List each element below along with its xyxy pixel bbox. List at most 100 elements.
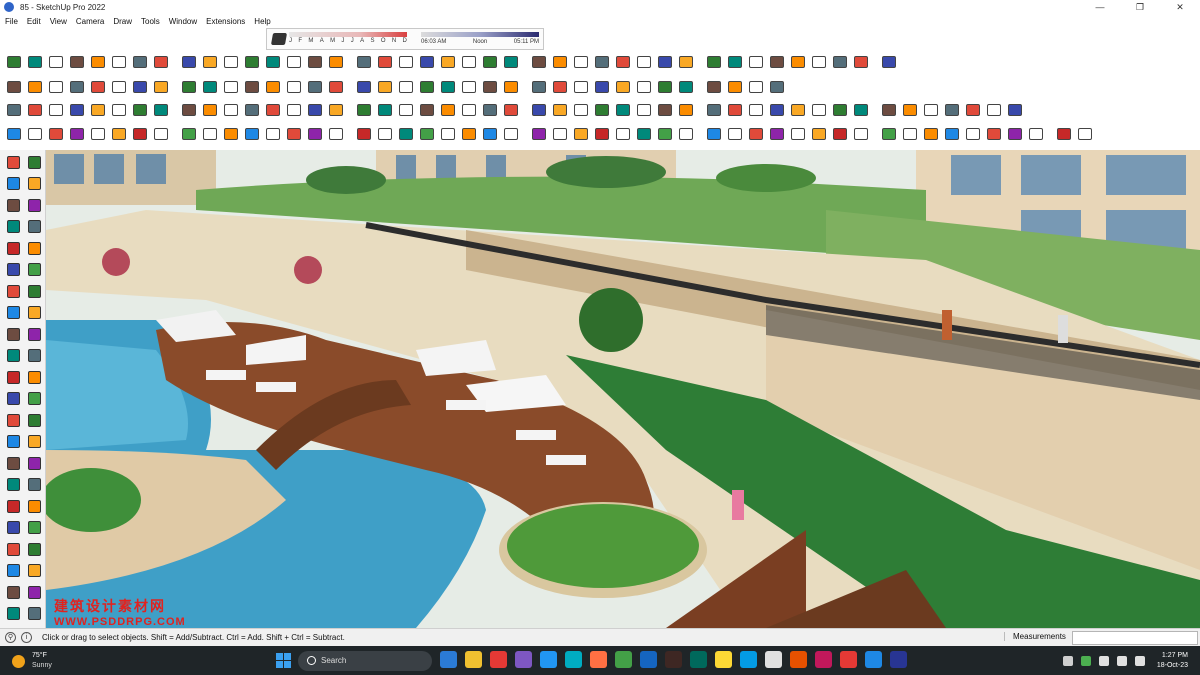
toolbar-tool-icon[interactable] bbox=[459, 100, 479, 120]
toolbar-tool-icon[interactable] bbox=[571, 52, 591, 72]
toolbar-tool-icon[interactable] bbox=[480, 124, 500, 144]
sidebar-tool-icon[interactable] bbox=[3, 324, 23, 344]
taskbar-app-icon[interactable] bbox=[715, 651, 732, 668]
toolbar-tool-icon[interactable] bbox=[438, 124, 458, 144]
toolbar-tool-icon[interactable] bbox=[746, 124, 766, 144]
toolbar-tool-icon[interactable] bbox=[501, 52, 521, 72]
toolbar-tool-icon[interactable] bbox=[571, 100, 591, 120]
sidebar-tool-icon[interactable] bbox=[24, 496, 44, 516]
shadow-toggle-icon[interactable] bbox=[270, 33, 288, 45]
taskbar-app-icon[interactable] bbox=[565, 651, 582, 668]
sidebar-tool-icon[interactable] bbox=[3, 389, 23, 409]
toolbar-tool-icon[interactable] bbox=[46, 52, 66, 72]
toolbar-tool-icon[interactable] bbox=[4, 124, 24, 144]
toolbar-tool-icon[interactable] bbox=[130, 52, 150, 72]
sidebar-tool-icon[interactable] bbox=[24, 281, 44, 301]
toolbar-tool-icon[interactable] bbox=[263, 124, 283, 144]
taskbar-app-icon[interactable] bbox=[490, 651, 507, 668]
toolbar-tool-icon[interactable] bbox=[676, 124, 696, 144]
sidebar-tool-icon[interactable] bbox=[3, 238, 23, 258]
taskbar-app-icon[interactable] bbox=[615, 651, 632, 668]
toolbar-tool-icon[interactable] bbox=[151, 77, 171, 97]
toolbar-tool-icon[interactable] bbox=[438, 52, 458, 72]
toolbar-tool-icon[interactable] bbox=[879, 124, 899, 144]
toolbar-tool-icon[interactable] bbox=[242, 100, 262, 120]
toolbar-tool-icon[interactable] bbox=[655, 77, 675, 97]
toolbar-tool-icon[interactable] bbox=[109, 77, 129, 97]
toolbar-tool-icon[interactable] bbox=[200, 77, 220, 97]
toolbar-tool-icon[interactable] bbox=[529, 77, 549, 97]
toolbar-tool-icon[interactable] bbox=[655, 100, 675, 120]
toolbar-tool-icon[interactable] bbox=[417, 77, 437, 97]
toolbar-tool-icon[interactable] bbox=[375, 77, 395, 97]
toolbar-tool-icon[interactable] bbox=[767, 52, 787, 72]
menu-edit[interactable]: Edit bbox=[27, 17, 41, 26]
taskbar-app-icon[interactable] bbox=[440, 651, 457, 668]
sidebar-tool-icon[interactable] bbox=[24, 195, 44, 215]
toolbar-tool-icon[interactable] bbox=[130, 124, 150, 144]
toolbar-tool-icon[interactable] bbox=[830, 100, 850, 120]
toolbar-tool-icon[interactable] bbox=[88, 100, 108, 120]
sidebar-tool-icon[interactable] bbox=[3, 195, 23, 215]
toolbar-tool-icon[interactable] bbox=[25, 52, 45, 72]
sidebar-tool-icon[interactable] bbox=[3, 496, 23, 516]
toolbar-tool-icon[interactable] bbox=[284, 100, 304, 120]
toolbar-tool-icon[interactable] bbox=[396, 52, 416, 72]
sidebar-tool-icon[interactable] bbox=[3, 346, 23, 366]
toolbar-tool-icon[interactable] bbox=[942, 100, 962, 120]
toolbar-tool-icon[interactable] bbox=[809, 124, 829, 144]
toolbar-tool-icon[interactable] bbox=[221, 52, 241, 72]
toolbar-tool-icon[interactable] bbox=[788, 52, 808, 72]
toolbar-tool-icon[interactable] bbox=[676, 100, 696, 120]
toolbar-tool-icon[interactable] bbox=[725, 124, 745, 144]
sidebar-tool-icon[interactable] bbox=[24, 238, 44, 258]
toolbar-tool-icon[interactable] bbox=[767, 77, 787, 97]
taskbar-search[interactable]: Search bbox=[298, 651, 432, 671]
sidebar-tool-icon[interactable] bbox=[3, 281, 23, 301]
toolbar-tool-icon[interactable] bbox=[326, 100, 346, 120]
toolbar-tool-icon[interactable] bbox=[459, 52, 479, 72]
sidebar-tool-icon[interactable] bbox=[3, 260, 23, 280]
toolbar-tool-icon[interactable] bbox=[25, 100, 45, 120]
toolbar-tool-icon[interactable] bbox=[46, 100, 66, 120]
toolbar-tool-icon[interactable] bbox=[655, 124, 675, 144]
toolbar-tool-icon[interactable] bbox=[200, 124, 220, 144]
toolbar-tool-icon[interactable] bbox=[179, 77, 199, 97]
toolbar-tool-icon[interactable] bbox=[396, 77, 416, 97]
toolbar-tool-icon[interactable] bbox=[921, 100, 941, 120]
toolbar-tool-icon[interactable] bbox=[4, 52, 24, 72]
security-icon[interactable] bbox=[1080, 655, 1091, 666]
sidebar-tool-icon[interactable] bbox=[24, 346, 44, 366]
toolbar-tool-icon[interactable] bbox=[851, 124, 871, 144]
menu-file[interactable]: File bbox=[5, 17, 18, 26]
toolbar-tool-icon[interactable] bbox=[746, 52, 766, 72]
toolbar-tool-icon[interactable] bbox=[305, 77, 325, 97]
sidebar-tool-icon[interactable] bbox=[24, 561, 44, 581]
toolbar-tool-icon[interactable] bbox=[459, 124, 479, 144]
sidebar-tool-icon[interactable] bbox=[24, 217, 44, 237]
toolbar-tool-icon[interactable] bbox=[284, 77, 304, 97]
sidebar-tool-icon[interactable] bbox=[24, 389, 44, 409]
toolbar-tool-icon[interactable] bbox=[179, 52, 199, 72]
sidebar-tool-icon[interactable] bbox=[24, 475, 44, 495]
sidebar-tool-icon[interactable] bbox=[3, 410, 23, 430]
wifi-icon[interactable] bbox=[1098, 655, 1109, 666]
toolbar-tool-icon[interactable] bbox=[501, 124, 521, 144]
taskbar-app-icon[interactable] bbox=[765, 651, 782, 668]
taskbar-app-icon[interactable] bbox=[665, 651, 682, 668]
toolbar-tool-icon[interactable] bbox=[88, 77, 108, 97]
toolbar-tool-icon[interactable] bbox=[809, 52, 829, 72]
toolbar-tool-icon[interactable] bbox=[88, 52, 108, 72]
sidebar-tool-icon[interactable] bbox=[24, 174, 44, 194]
sidebar-tool-icon[interactable] bbox=[3, 561, 23, 581]
toolbar-tool-icon[interactable] bbox=[571, 124, 591, 144]
toolbar-tool-icon[interactable] bbox=[263, 100, 283, 120]
sidebar-tool-icon[interactable] bbox=[24, 367, 44, 387]
toolbar-tool-icon[interactable] bbox=[613, 52, 633, 72]
toolbar-tool-icon[interactable] bbox=[438, 77, 458, 97]
toolbar-tool-icon[interactable] bbox=[396, 124, 416, 144]
toolbar-tool-icon[interactable] bbox=[151, 100, 171, 120]
toolbar-tool-icon[interactable] bbox=[788, 100, 808, 120]
toolbar-tool-icon[interactable] bbox=[130, 100, 150, 120]
toolbar-tool-icon[interactable] bbox=[942, 124, 962, 144]
